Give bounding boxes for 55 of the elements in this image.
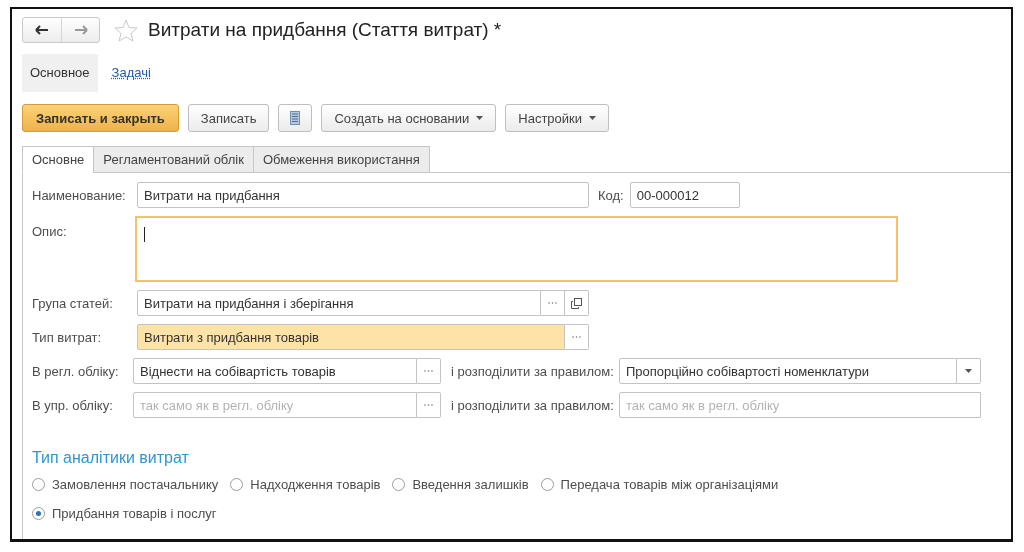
- input-field[interactable]: Пропорційно собівартості номенклатури: [618, 358, 957, 384]
- field-value: Пропорційно собівартості номенклатури: [625, 363, 869, 379]
- star-icon[interactable]: [114, 18, 138, 42]
- dropdown-button[interactable]: [956, 358, 981, 384]
- field-value: Віднести на собівартість товарів: [140, 363, 336, 379]
- field-value: Витрати на придбання і зберігання: [144, 295, 354, 311]
- field-label: Опис:: [32, 223, 68, 239]
- radio-option[interactable]: Передача товарів між організаціями: [540, 476, 779, 492]
- radio-option[interactable]: Надходження товарів: [230, 476, 381, 492]
- menu-button[interactable]: Создать на основании: [321, 104, 497, 132]
- tab[interactable]: Основне: [22, 146, 95, 173]
- save-close-button[interactable]: Записать и закрыть: [22, 104, 179, 132]
- placeholder: так само як в регл. обліку: [140, 397, 294, 413]
- field-value: Витрати з придбання товарів: [144, 329, 320, 345]
- input-field[interactable]: Витрати на придбання і зберігання: [137, 290, 541, 316]
- radio-option[interactable]: Введення залишків: [392, 476, 529, 492]
- select-button[interactable]: [417, 392, 441, 418]
- right-arrow-icon: [73, 25, 88, 35]
- field-label: В упр. обліку:: [32, 397, 114, 413]
- window-title: Витрати на придбання (Стаття витрат) *: [148, 19, 502, 41]
- select-button[interactable]: [565, 324, 589, 350]
- caret-icon: [589, 116, 597, 120]
- tab[interactable]: Регламентований облік: [93, 146, 254, 173]
- field-label: і розподілити за правилом:: [451, 363, 614, 379]
- open-button[interactable]: [565, 290, 589, 316]
- input-field[interactable]: 00-000012: [629, 182, 740, 208]
- input-field[interactable]: Витрати на придбання: [137, 182, 589, 208]
- left-arrow-icon: [35, 25, 49, 35]
- field-value: Витрати на придбання: [144, 187, 280, 203]
- section-link[interactable]: Задачі: [103, 54, 159, 92]
- document-icon: [290, 111, 301, 125]
- caret-icon: [476, 116, 484, 120]
- select-button[interactable]: [417, 358, 441, 384]
- placeholder: так само як в регл. обліку: [625, 397, 780, 413]
- section-heading: Тип аналітики витрат: [32, 449, 190, 467]
- field-value: 00-000012: [636, 187, 699, 203]
- text-cursor: [144, 227, 145, 242]
- tab[interactable]: Обмеження використання: [252, 146, 430, 173]
- field-label: Код:: [598, 187, 624, 203]
- field-label: В регл. обліку:: [32, 363, 120, 379]
- input-field[interactable]: Витрати з придбання товарів: [137, 324, 565, 350]
- menu-button[interactable]: Настройки: [505, 104, 610, 132]
- input-field[interactable]: Віднести на собівартість товарів: [133, 358, 417, 384]
- text-area[interactable]: [135, 216, 898, 282]
- field-label: Група статей:: [32, 295, 114, 311]
- section-link[interactable]: Основное: [22, 54, 98, 92]
- copy-icon: [571, 297, 582, 309]
- save-button[interactable]: Записать: [187, 104, 270, 132]
- field-label: Тип витрат:: [32, 329, 103, 345]
- caret-icon: [964, 369, 972, 373]
- radio-option[interactable]: Замовлення постачальнику: [32, 476, 219, 492]
- document-button[interactable]: [278, 104, 313, 132]
- field-label: і розподілити за правилом:: [451, 397, 614, 413]
- field-label: Наименование:: [32, 187, 127, 203]
- radio-option[interactable]: Придбання товарів і послуг: [32, 505, 217, 521]
